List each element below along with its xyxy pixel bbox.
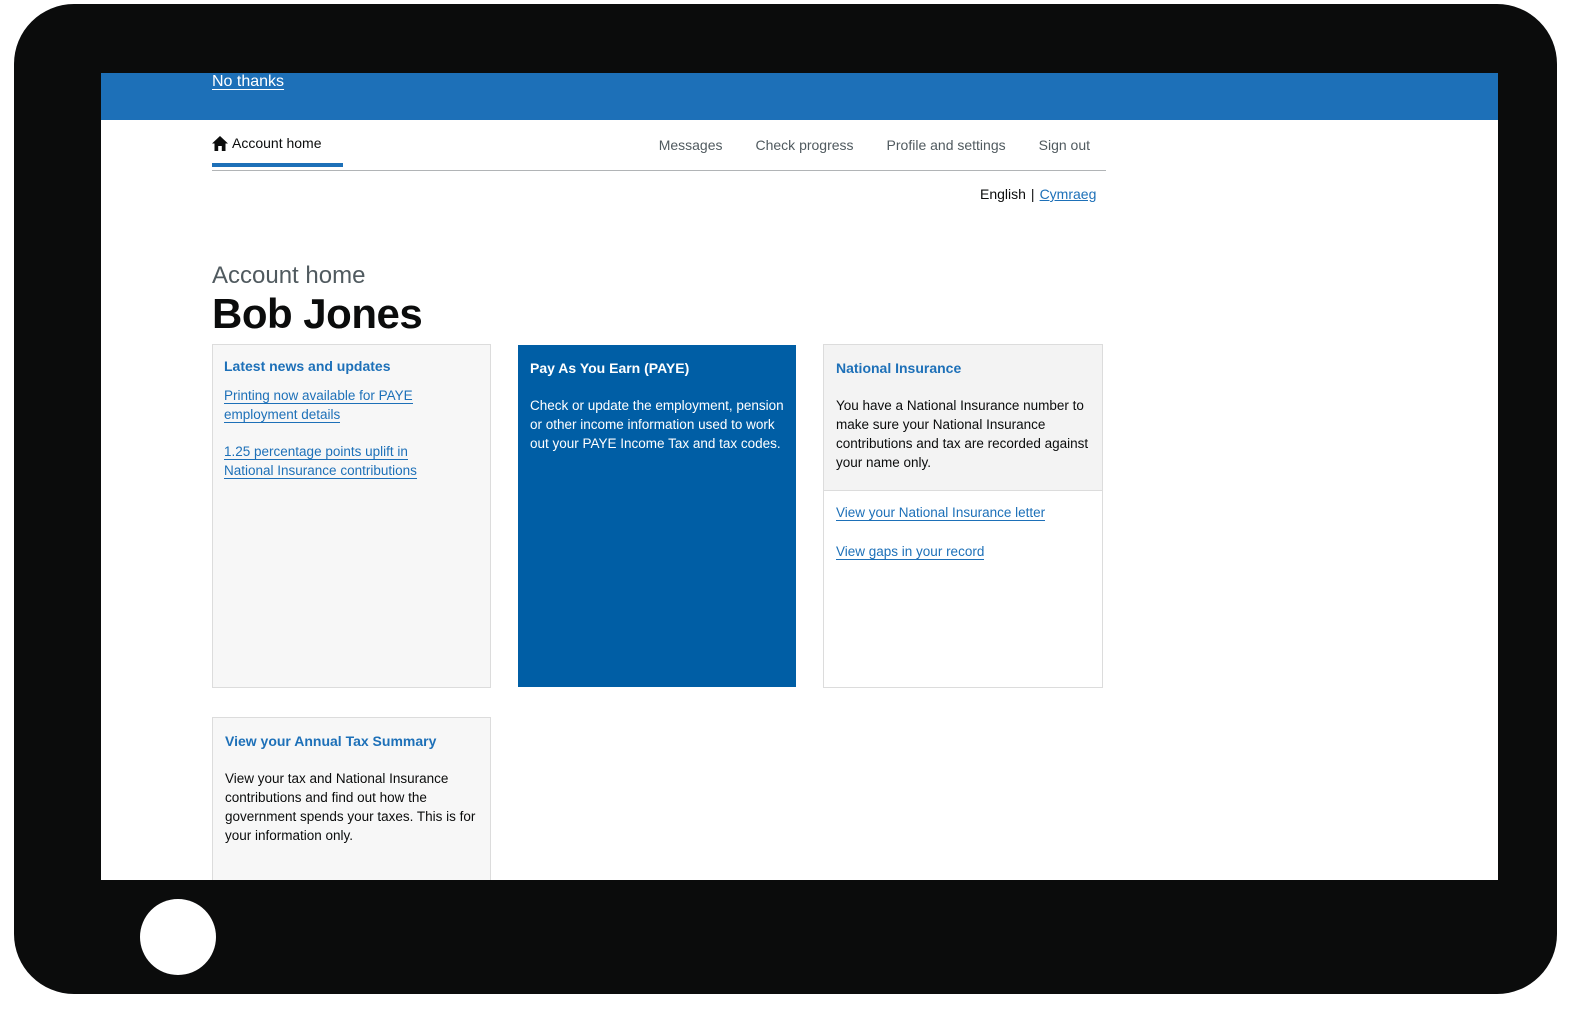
paye-card[interactable]: Pay As You Earn (PAYE) Check or update t… — [518, 345, 796, 687]
paye-card-body: Check or update the employment, pension … — [530, 398, 784, 451]
ni-card-summary: National Insurance You have a National I… — [824, 345, 1102, 491]
nav-account-home-label: Account home — [232, 135, 322, 151]
ats-card-title[interactable]: View your Annual Tax Summary — [225, 731, 478, 751]
ni-card-title: National Insurance — [836, 360, 962, 376]
page-title: Bob Jones — [212, 290, 423, 337]
page-caption: Account home — [212, 262, 366, 289]
ni-card-links: View your National Insurance letter View… — [824, 491, 1102, 573]
banner: No thanks — [101, 73, 1498, 120]
language-separator: | — [1030, 186, 1035, 202]
paye-card-title: Pay As You Earn (PAYE) — [530, 360, 690, 376]
news-link-ni-uplift[interactable]: 1.25 percentage points uplift in Nationa… — [224, 444, 417, 479]
nav-item-check-progress[interactable]: Check progress — [756, 137, 854, 153]
ats-card-body: View your tax and National Insurance con… — [225, 771, 476, 843]
language-current: English — [980, 186, 1026, 202]
news-card-title: Latest news and updates — [224, 358, 391, 374]
ni-gaps-link[interactable]: View gaps in your record — [836, 544, 985, 560]
annual-tax-summary-card: View your Annual Tax Summary View your t… — [212, 717, 491, 880]
screen: No thanks Account home Messages Check pr… — [101, 73, 1498, 880]
language-toggle: English | Cymraeg — [980, 186, 1096, 202]
device-frame: No thanks Account home Messages Check pr… — [14, 4, 1557, 994]
news-link-paye-printing[interactable]: Printing now available for PAYE employme… — [224, 388, 413, 423]
home-button[interactable] — [140, 899, 216, 975]
nav-item-profile-settings[interactable]: Profile and settings — [887, 137, 1006, 153]
nav-items: Messages Check progress Profile and sett… — [659, 120, 1090, 170]
no-thanks-link[interactable]: No thanks — [212, 73, 284, 92]
language-cymraeg-link[interactable]: Cymraeg — [1040, 186, 1097, 202]
national-insurance-card: National Insurance You have a National I… — [823, 344, 1103, 688]
ni-card-body: You have a National Insurance number to … — [836, 398, 1089, 470]
news-card: Latest news and updates Printing now ava… — [212, 344, 491, 688]
nav-account-home[interactable]: Account home — [212, 120, 343, 167]
home-icon — [212, 135, 228, 151]
nav-item-sign-out[interactable]: Sign out — [1039, 137, 1090, 153]
nav-item-messages[interactable]: Messages — [659, 137, 723, 153]
account-nav: Account home Messages Check progress Pro… — [212, 120, 1106, 171]
ni-letter-link[interactable]: View your National Insurance letter — [836, 505, 1046, 521]
